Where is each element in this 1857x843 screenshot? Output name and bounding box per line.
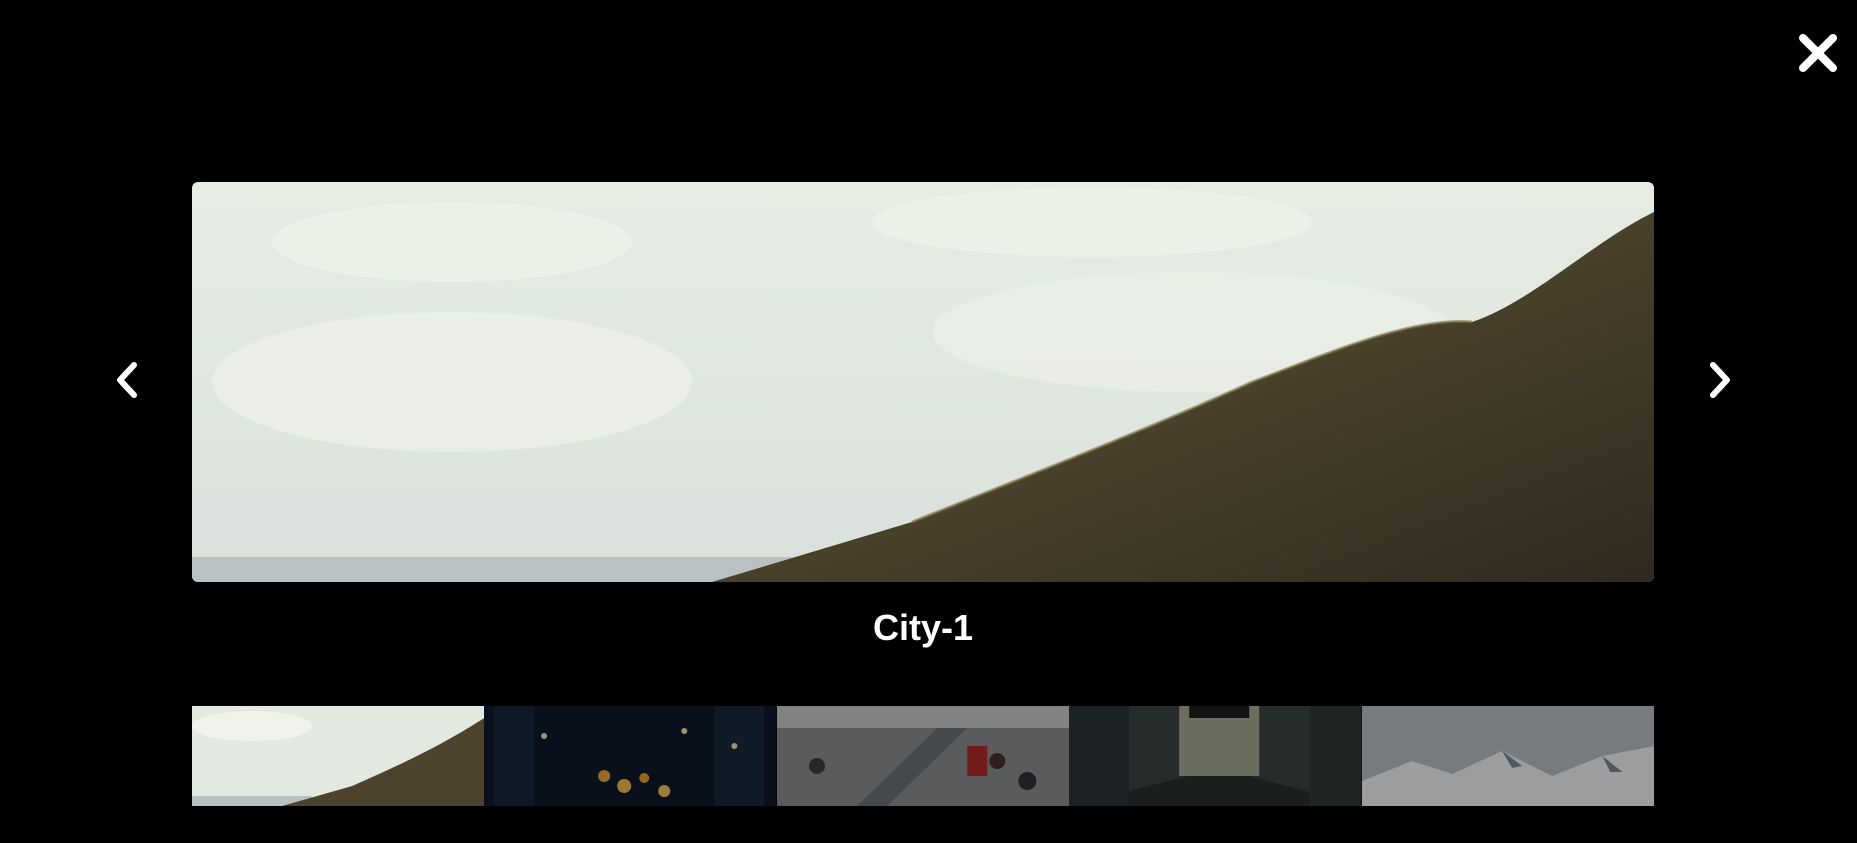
previous-image-button[interactable] xyxy=(108,357,148,403)
thumbnail-night-city[interactable] xyxy=(484,706,777,806)
close-icon xyxy=(1799,34,1837,72)
chevron-right-icon xyxy=(1710,362,1730,398)
thumbnail-strip xyxy=(192,706,1654,806)
lightbox-overlay: City-1 xyxy=(0,0,1857,843)
thumbnail-escalators[interactable] xyxy=(776,706,1070,806)
thumbnail-underpass[interactable] xyxy=(1069,706,1362,806)
main-image xyxy=(192,182,1654,582)
thumbnail-snowy-mountains[interactable] xyxy=(1361,706,1654,806)
thumbnail-hillside[interactable] xyxy=(192,706,485,806)
next-image-button[interactable] xyxy=(1699,357,1739,403)
close-button[interactable] xyxy=(1795,30,1841,76)
chevron-left-icon xyxy=(117,362,137,398)
image-caption: City-1 xyxy=(872,607,974,648)
